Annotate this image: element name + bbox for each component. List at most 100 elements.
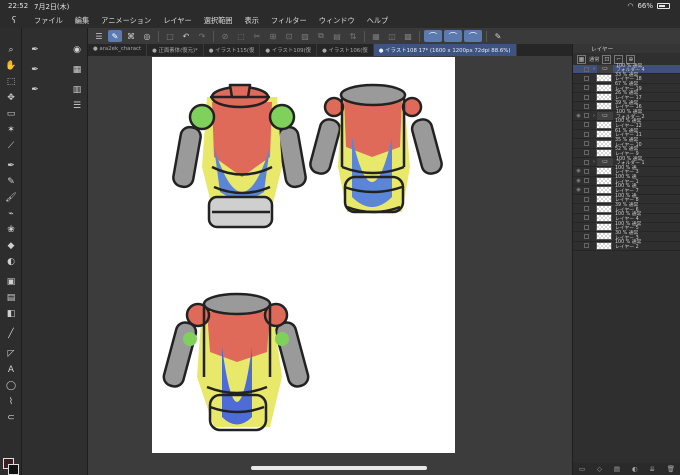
ruler-snap-icon[interactable]: ▦ xyxy=(369,30,383,42)
move-icon[interactable]: ✥ xyxy=(4,92,18,104)
layer-select-checkbox[interactable] xyxy=(584,215,589,221)
ruler-icon[interactable]: ◸ xyxy=(4,348,18,360)
invert-icon[interactable]: ⊞ xyxy=(266,30,280,42)
stabilizer-2-icon[interactable]: ⌒ xyxy=(444,30,462,42)
undo-icon[interactable]: ↶ xyxy=(179,30,193,42)
delete-layer-icon[interactable]: 🗑 xyxy=(667,465,675,473)
redo-icon[interactable]: ↷ xyxy=(195,30,209,42)
new-icon[interactable]: □ xyxy=(163,30,177,42)
layer-select-checkbox[interactable] xyxy=(584,224,589,230)
layer-select-checkbox[interactable] xyxy=(584,159,589,165)
balloon-icon[interactable]: ◯ xyxy=(4,380,18,392)
blend-mode-select[interactable]: 通常 xyxy=(589,56,599,63)
tab-document-active[interactable]: ● イラスト108 17* (1600 x 1200px 72dpi 88.6%… xyxy=(373,44,517,56)
paste-icon[interactable]: ▤ xyxy=(330,30,344,42)
decoration-icon[interactable]: ❀ xyxy=(4,224,18,236)
copy-icon[interactable]: ⧉ xyxy=(314,30,328,42)
tab-document-3[interactable]: ● イラスト115(復 xyxy=(204,44,261,56)
app-logo-icon[interactable]: ʕ xyxy=(0,16,28,26)
magic-wand-icon[interactable]: ✶ xyxy=(4,124,18,136)
line-icon[interactable]: ╱ xyxy=(4,328,18,340)
visibility-eye-icon[interactable]: ◉ xyxy=(573,113,584,119)
gradient-icon[interactable]: ▤ xyxy=(4,292,18,304)
home-indicator[interactable] xyxy=(251,466,427,470)
subtool-property-icon[interactable]: ▦ xyxy=(70,64,84,76)
layer-select-checkbox[interactable] xyxy=(584,66,589,72)
fill-icon[interactable]: ▣ xyxy=(4,276,18,288)
brush-icon[interactable]: 🖌 xyxy=(4,192,18,204)
transform-icon[interactable]: ⬚ xyxy=(234,30,248,42)
layer-select-checkbox[interactable] xyxy=(584,113,589,119)
menu-file[interactable]: ファイル xyxy=(28,16,69,26)
layer-select-checkbox[interactable] xyxy=(584,206,589,212)
layer-select-checkbox[interactable] xyxy=(584,75,589,81)
sub-color-swatch[interactable] xyxy=(8,464,19,475)
brush-settings-icon[interactable]: ✎ xyxy=(491,30,505,42)
correction-icon[interactable]: ⌇ xyxy=(4,396,18,408)
hamburger-menu-icon[interactable]: ☰ xyxy=(92,30,106,42)
special-ruler-icon[interactable]: ◫ xyxy=(385,30,399,42)
lasso-icon[interactable]: ⊂ xyxy=(4,412,18,424)
menu-view[interactable]: 表示 xyxy=(239,16,265,26)
layer-select-checkbox[interactable] xyxy=(584,141,589,147)
new-raster-layer-icon[interactable]: ▭ xyxy=(579,465,585,473)
crop-icon[interactable]: ⊡ xyxy=(282,30,296,42)
layer-select-checkbox[interactable] xyxy=(584,168,589,174)
layer-select-checkbox[interactable] xyxy=(584,103,589,109)
subtool-menu-icon[interactable]: ◉ xyxy=(70,44,84,56)
eyedropper-icon[interactable]: ⟋ xyxy=(4,140,18,152)
menu-layer[interactable]: レイヤー xyxy=(157,16,198,26)
text-icon[interactable]: A xyxy=(4,364,18,376)
tab-document-2[interactable]: ● 正面素体(復元)* xyxy=(147,44,204,56)
layer-move-icon[interactable]: ⇅ xyxy=(346,30,360,42)
layer-lock-icon[interactable]: ⊡ xyxy=(602,54,612,64)
visibility-eye-icon[interactable]: ◉ xyxy=(573,168,584,174)
layer-select-checkbox[interactable] xyxy=(584,187,589,193)
tab-document-5[interactable]: ● イラスト106(復 xyxy=(317,44,374,56)
subtool-pen-b-icon[interactable]: ✒ xyxy=(28,64,42,76)
menu-filter[interactable]: フィルター xyxy=(265,16,313,26)
new-folder-icon[interactable]: ▤ xyxy=(614,465,620,473)
canvas-paper[interactable] xyxy=(152,57,455,453)
selection-icon[interactable]: ▭ xyxy=(4,108,18,120)
menu-window[interactable]: ウィンドウ xyxy=(313,16,361,26)
new-vector-layer-icon[interactable]: ◇ xyxy=(597,465,602,473)
subtool-detail-icon[interactable]: ▥ xyxy=(70,84,84,96)
layer-select-checkbox[interactable] xyxy=(584,94,589,100)
menu-selection[interactable]: 選択範囲 xyxy=(198,16,239,26)
eraser-icon[interactable]: ◆ xyxy=(4,240,18,252)
modifier-key-icon[interactable]: ⌘ xyxy=(124,30,138,42)
menu-animation[interactable]: アニメーション xyxy=(95,16,157,26)
fill-selection-icon[interactable]: ▨ xyxy=(298,30,312,42)
layer-ref-icon[interactable]: ⊕ xyxy=(626,54,636,64)
subtool-list-icon[interactable]: ☰ xyxy=(70,100,84,112)
layer-select-checkbox[interactable] xyxy=(584,131,589,137)
tab-document-1[interactable]: ● ara2ek_charact xyxy=(88,44,148,56)
layer-color-icon[interactable]: ▦ xyxy=(577,54,586,64)
tool-toggle-icon[interactable]: ✎ xyxy=(108,30,122,42)
subtool-pen-a-icon[interactable]: ✒ xyxy=(28,44,42,56)
figure-icon[interactable]: ◧ xyxy=(4,308,18,320)
pencil-icon[interactable]: ✎ xyxy=(4,176,18,188)
tab-document-4[interactable]: ● イラスト109(復 xyxy=(260,44,318,56)
layer-row[interactable]: 100 % 通常 レイヤー 2 xyxy=(573,240,680,251)
clear-icon[interactable]: ⊘ xyxy=(218,30,232,42)
merge-icon[interactable]: ⇊ xyxy=(649,465,654,473)
airbrush-icon[interactable]: ⌁ xyxy=(4,208,18,220)
layer-clip-icon[interactable]: ⌐ xyxy=(614,54,624,64)
menu-help[interactable]: ヘルプ xyxy=(361,16,395,26)
layer-select-checkbox[interactable] xyxy=(584,150,589,156)
grid-snap-icon[interactable]: ▩ xyxy=(401,30,415,42)
zoom-icon[interactable]: ⌕ xyxy=(4,44,18,56)
hand-icon[interactable]: ✋ xyxy=(4,60,18,72)
visibility-eye-icon[interactable]: ◉ xyxy=(573,178,584,184)
stabilizer-3-icon[interactable]: ⌒ xyxy=(464,30,482,42)
snap-icon[interactable]: ◎ xyxy=(140,30,154,42)
layer-select-checkbox[interactable] xyxy=(584,196,589,202)
layer-select-checkbox[interactable] xyxy=(584,85,589,91)
stabilizer-1-icon[interactable]: ⌒ xyxy=(424,30,442,42)
operation-icon[interactable]: ⬚ xyxy=(4,76,18,88)
mask-icon[interactable]: ◐ xyxy=(632,465,638,473)
pen-icon[interactable]: ✒ xyxy=(4,160,18,172)
subtool-pen-c-icon[interactable]: ✒ xyxy=(28,84,42,96)
